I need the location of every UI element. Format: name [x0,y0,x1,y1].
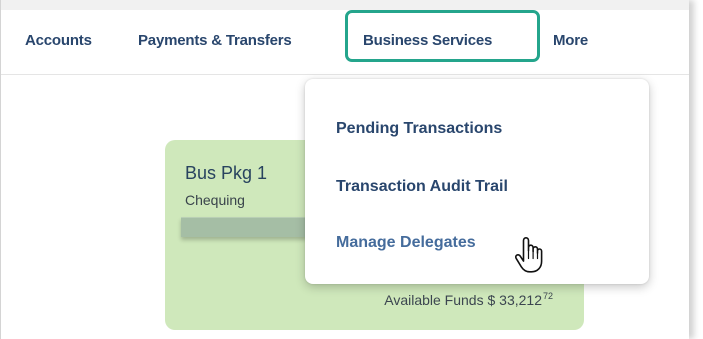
redacted-account-number [181,217,307,237]
nav-item-accounts[interactable]: Accounts [25,32,92,49]
menu-item-transaction-audit-trail[interactable]: Transaction Audit Trail [336,178,508,196]
app-window: Accounts Payments & Transfers Business S… [0,0,689,339]
nav-item-business-services[interactable]: Business Services [363,32,492,49]
nav-item-more[interactable]: More [553,32,588,49]
business-services-dropdown: Pending Transactions Transaction Audit T… [305,79,649,284]
available-funds: Available Funds $ 33,21272 [384,291,553,308]
account-type: Chequing [185,192,245,208]
menu-item-pending-transactions[interactable]: Pending Transactions [336,120,502,138]
available-funds-label: Available Funds $ 33,212 [384,292,542,308]
menu-item-manage-delegates[interactable]: Manage Delegates [336,234,476,252]
main-navigation: Accounts Payments & Transfers Business S… [1,10,689,75]
account-name: Bus Pkg 1 [185,163,268,183]
available-funds-cents: 72 [542,291,553,301]
hand-pointer-icon [514,237,543,273]
nav-item-payments-transfers[interactable]: Payments & Transfers [138,32,292,49]
